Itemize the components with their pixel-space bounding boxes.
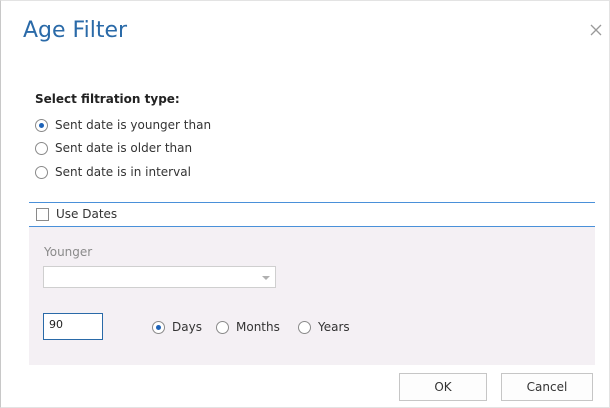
cancel-button[interactable]: Cancel (501, 373, 593, 401)
radio-label: Sent date is older than (55, 141, 193, 155)
radio-label: Sent date is in interval (55, 165, 191, 179)
filtration-type-heading: Select filtration type: (35, 92, 180, 106)
younger-select[interactable] (43, 266, 276, 288)
radio-button[interactable] (35, 118, 48, 132)
radio-label: Days (172, 320, 202, 334)
radio-button[interactable] (298, 320, 311, 334)
chevron-down-icon[interactable] (262, 276, 270, 280)
radio-days[interactable]: Days (152, 318, 202, 336)
age-filter-dialog: Age Filter Select filtration type: Sent … (0, 0, 610, 408)
radio-sent-interval[interactable]: Sent date is in interval (35, 163, 191, 181)
amount-input[interactable]: 90 (43, 313, 103, 340)
ok-button[interactable]: OK (399, 373, 487, 401)
radio-button[interactable] (216, 320, 229, 334)
younger-label: Younger (44, 245, 93, 259)
close-icon[interactable] (589, 23, 603, 37)
radio-button[interactable] (35, 141, 48, 155)
radio-label: Years (318, 320, 350, 334)
radio-months[interactable]: Months (216, 318, 280, 336)
radio-label: Months (236, 320, 280, 334)
dialog-title: Age Filter (23, 18, 128, 43)
checkbox-box[interactable] (36, 207, 49, 221)
radio-sent-younger[interactable]: Sent date is younger than (35, 116, 211, 134)
radio-button[interactable] (35, 165, 48, 179)
radio-button[interactable] (152, 320, 165, 334)
radio-sent-older[interactable]: Sent date is older than (35, 139, 192, 157)
radio-label: Sent date is younger than (55, 118, 212, 132)
use-dates-label: Use Dates (56, 207, 118, 221)
section-divider (29, 202, 595, 203)
date-options-panel (29, 227, 595, 365)
radio-years[interactable]: Years (298, 318, 350, 336)
use-dates-checkbox[interactable]: Use Dates (36, 206, 117, 222)
